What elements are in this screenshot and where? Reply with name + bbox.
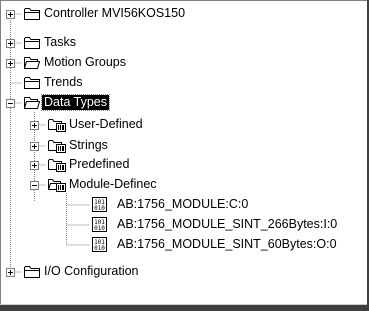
tree-item-trends[interactable]: Trends	[0, 73, 369, 93]
tree-item-predefined[interactable]: Predefined	[0, 155, 369, 175]
tree-item-label: Strings	[69, 138, 108, 152]
tree-item-label: Trends	[44, 75, 83, 89]
expand-plus-icon[interactable]	[6, 10, 15, 19]
folder-icon	[24, 77, 40, 89]
tree-item-tasks[interactable]: Tasks	[0, 33, 369, 53]
tree-item-user-defined[interactable]: User-Defined	[0, 115, 369, 135]
datatype-folder-icon	[48, 119, 66, 132]
expand-plus-icon[interactable]	[6, 59, 15, 68]
folder-icon	[24, 37, 40, 49]
binary-data-icon: 101 010	[92, 217, 107, 232]
tree-item-data-types[interactable]: Data Types	[0, 93, 369, 113]
tree-item-module-sint-60[interactable]: 101 010 AB:1756_MODULE_SINT_60Bytes:O:0	[0, 235, 369, 255]
tree-item-label: AB:1756_MODULE_SINT_266Bytes:I:0	[117, 217, 338, 231]
tree-item-label: Controller MVI56KOS150	[44, 6, 186, 20]
tree-item-label: I/O Configuration	[44, 264, 139, 278]
expand-plus-icon[interactable]	[6, 39, 15, 48]
svg-text:010: 010	[94, 225, 105, 232]
tree-item-motion-groups[interactable]: Motion Groups	[0, 53, 369, 73]
tree-item-controller[interactable]: Controller MVI56KOS150	[0, 4, 369, 24]
svg-text:010: 010	[94, 205, 105, 212]
open-folder-icon	[24, 57, 40, 69]
tree-item-module-c0[interactable]: 101 010 AB:1756_MODULE:C:0	[0, 195, 369, 215]
panel-border-top	[0, 0, 369, 1]
tree-item-module-defined[interactable]: Module-Definec	[0, 175, 369, 195]
tree-item-label: Data Types	[40, 94, 111, 111]
tree-item-label: Tasks	[44, 35, 76, 49]
collapse-minus-icon[interactable]	[6, 99, 15, 108]
tree-item-label: Module-Definec	[69, 177, 157, 191]
expand-plus-icon[interactable]	[30, 161, 39, 170]
datatype-folder-open-icon	[48, 179, 66, 192]
project-tree-panel: Controller MVI56KOS150 Tasks Motion Grou…	[0, 0, 369, 311]
tree-item-io-configuration[interactable]: I/O Configuration	[0, 262, 369, 282]
tree-item-module-sint-266[interactable]: 101 010 AB:1756_MODULE_SINT_266Bytes:I:0	[0, 215, 369, 235]
folder-icon	[24, 266, 40, 278]
open-folder-icon	[24, 97, 40, 109]
binary-data-icon: 101 010	[92, 237, 107, 252]
expand-plus-icon[interactable]	[30, 121, 39, 130]
datatype-folder-icon	[48, 140, 66, 153]
datatype-folder-icon	[48, 159, 66, 172]
svg-text:010: 010	[94, 245, 105, 252]
tree-item-label: User-Defined	[69, 117, 143, 131]
expand-plus-icon[interactable]	[6, 268, 15, 277]
tree-item-label: AB:1756_MODULE_SINT_60Bytes:O:0	[117, 237, 337, 251]
tree-item-label: Predefined	[69, 157, 130, 171]
tree-item-strings[interactable]: Strings	[0, 136, 369, 156]
tree-item-label: Motion Groups	[44, 55, 126, 69]
collapse-minus-icon[interactable]	[30, 181, 39, 190]
panel-border-bottom	[0, 305, 369, 311]
tree-item-label: AB:1756_MODULE:C:0	[117, 197, 249, 211]
folder-icon	[24, 8, 40, 20]
binary-data-icon: 101 010	[92, 197, 107, 212]
expand-plus-icon[interactable]	[30, 142, 39, 151]
panel-border-left	[0, 0, 1, 311]
